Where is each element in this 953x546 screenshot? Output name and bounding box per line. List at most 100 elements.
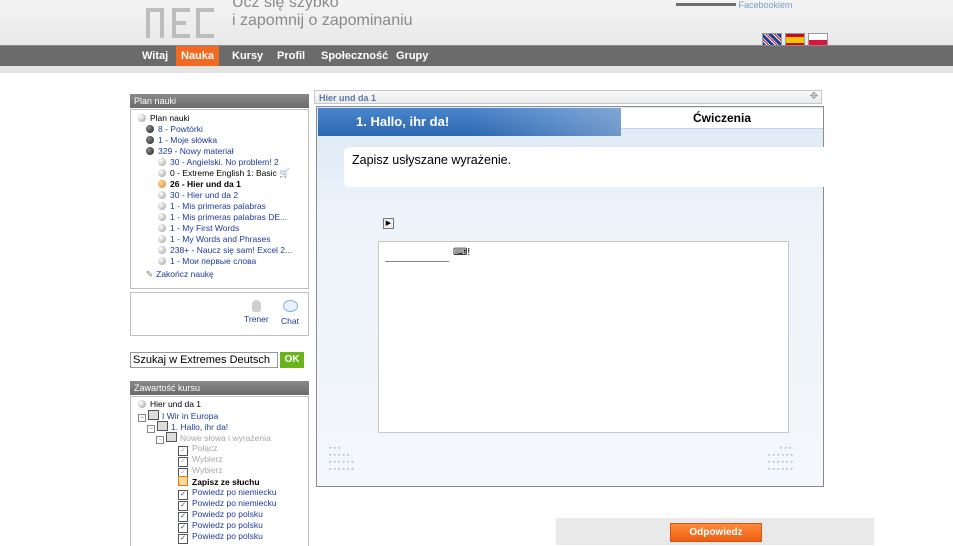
tree-item[interactable]: 1 - Mis primeras palabras DE... [158,212,287,223]
circle-icon [158,169,166,177]
tree-label: Wybierz [192,454,223,464]
study-plan-header: Plan nauki [130,94,309,108]
tree-label: 30 - Angielski. No problem! 2 [170,157,279,167]
tree-item[interactable]: 1 - Мои первые слова [158,256,256,267]
site-tagline: Ucz się szybko i zapomnij o zapominaniu [232,0,413,30]
nav-grupy[interactable]: Grupy [391,46,433,66]
header-photo [472,108,621,136]
tree-label: Powiedz po niemiecku [192,487,277,497]
circle-icon [158,191,166,199]
main-nav: Witaj Nauka Kursy Profil Społeczność Gru… [0,45,953,66]
tree-label: Zapisz ze słuchu [192,477,260,487]
window-title-text: Hier und da 1 [319,93,377,103]
fullscreen-icon[interactable]: ✥ [808,91,820,103]
circle-icon [138,114,146,122]
tree-label: Plan nauki [150,113,190,123]
tree-label: Powiedz po polsku [192,520,263,530]
tagline-line-1: Ucz się szybko [232,0,339,11]
tree-label: 238+ - Naucz się sam! Excel 2... [170,245,293,255]
facebook-link[interactable]: Facebookiem [739,0,793,10]
tree-item[interactable]: Plan nauki [138,113,190,124]
finish-learning-link[interactable]: ✎ Zakończ naukę [146,269,214,280]
collapse-icon[interactable]: − [147,425,155,433]
chat-button[interactable]: Chat [279,300,301,326]
circle-icon [158,202,166,210]
chat-bubble-icon [282,300,298,312]
tree-item[interactable]: 0 - Extreme English 1: Basic 🛒 [158,168,290,179]
course-contents-header: Zawartość kursu [130,381,309,395]
cart-icon[interactable]: 🛒 [279,168,290,178]
exercise-instruction: Zapisz usłyszane wyrażenie. [344,147,824,187]
collapse-icon[interactable]: − [156,436,164,444]
tree-item[interactable]: Zapisz ze słuchu [178,476,260,488]
tree-item[interactable]: 1 - My Words and Phrases [158,234,270,245]
book-icon [157,421,168,431]
circle-icon [158,235,166,243]
tree-item[interactable]: 1 - My First Words [158,223,239,234]
circle-icon [158,158,166,166]
tree-label: Powiedz po polsku [192,509,263,519]
tree-item[interactable]: Hier und da 1 [138,399,201,410]
circle-icon [146,136,154,144]
tree-label: 1 - Mis primeras palabras DE... [170,212,288,222]
tree-label: Powiedz po niemiecku [192,498,277,508]
tree-item[interactable]: 329 - Nowy materiał [146,146,234,157]
tree-label: 1 - Moje słówka [158,135,218,145]
site-logo[interactable] [140,2,220,40]
nav-profil[interactable]: Profil [272,46,310,66]
tree-label: Wybierz [192,465,223,475]
finish-label: Zakończ naukę [156,269,214,279]
answer-input[interactable] [385,261,449,262]
play-audio-button[interactable]: ▶ [383,218,394,229]
circle-icon [146,125,154,133]
tree-label: 329 - Nowy materiał [158,146,234,156]
tree-label: 1 - My First Words [170,223,240,233]
tree-label: 1 - Mis primeras palabras [170,201,266,211]
tree-label: Połącz [192,443,218,453]
course-search-input[interactable] [130,352,278,368]
tree-label: 8 - Powtórki [158,124,203,134]
circle-icon [158,257,166,265]
tree-label: Powiedz po polsku [192,531,263,541]
tree-label: 1 - Мои первые слова [170,256,257,266]
tab-exercises[interactable]: Ćwiczenia [621,108,823,129]
circle-icon [158,213,166,221]
tree-item[interactable]: ✓ Powiedz po polsku [178,531,263,544]
tree-item[interactable]: 30 - Hier und da 2 [158,190,238,201]
tree-label: Nowe słowa i wyrażenia [180,433,271,443]
tree-item[interactable]: 238+ - Naucz się sam! Excel 2... [158,245,292,256]
signature-icon: ✎ [146,269,154,279]
trainer-button[interactable]: Trener [244,300,269,324]
collapse-icon[interactable]: − [138,414,146,422]
tree-item[interactable]: 30 - Angielski. No problem! 2 [158,157,279,168]
nav-kursy[interactable]: Kursy [227,46,268,66]
tree-label: 30 - Hier und da 2 [170,190,239,200]
answer-area [378,241,789,433]
circle-icon [158,180,166,188]
nav-nauka[interactable]: Nauka [176,46,220,66]
tree-item[interactable]: 1 - Moje słówka [146,135,217,146]
nav-witaj[interactable]: Witaj [137,46,173,66]
checkbox-icon: ✓ [178,534,188,544]
decorative-dots-left: ▪▪▪ ▪▪▪▪▪ ▪▪▪▪▪▪ ▪▪▪▪▪▪ [329,445,356,473]
keyboard-icon[interactable]: ⌨! [453,247,470,258]
chat-label: Chat [281,316,299,326]
tree-label: Hier und da 1 [150,399,202,409]
nav-spolecznosc[interactable]: Społeczność [316,46,393,66]
trainer-icon [251,300,261,312]
tree-label: 1 - My Words and Phrases [170,234,271,244]
search-ok-button[interactable]: OK [280,352,304,368]
trainer-label: Trener [244,314,269,324]
tagline-line-2: i zapomnij o zapominaniu [232,12,413,29]
book-icon [166,432,177,442]
book-icon [148,410,159,420]
tree-label: I Wir in Europa [162,411,219,421]
current-exercise-icon [178,476,188,486]
tree-item[interactable]: 1 - Mis primeras palabras [158,201,266,212]
answer-button[interactable]: Odpowiedz [670,523,762,542]
circle-icon [158,246,166,254]
exercise-window-title: Hier und da 1 [314,90,822,104]
tree-item[interactable]: 8 - Powtórki [146,124,203,135]
tree-item[interactable]: 26 - Hier und da 1 [158,179,241,190]
facebook-strip[interactable]: Facebookiem [676,0,826,10]
